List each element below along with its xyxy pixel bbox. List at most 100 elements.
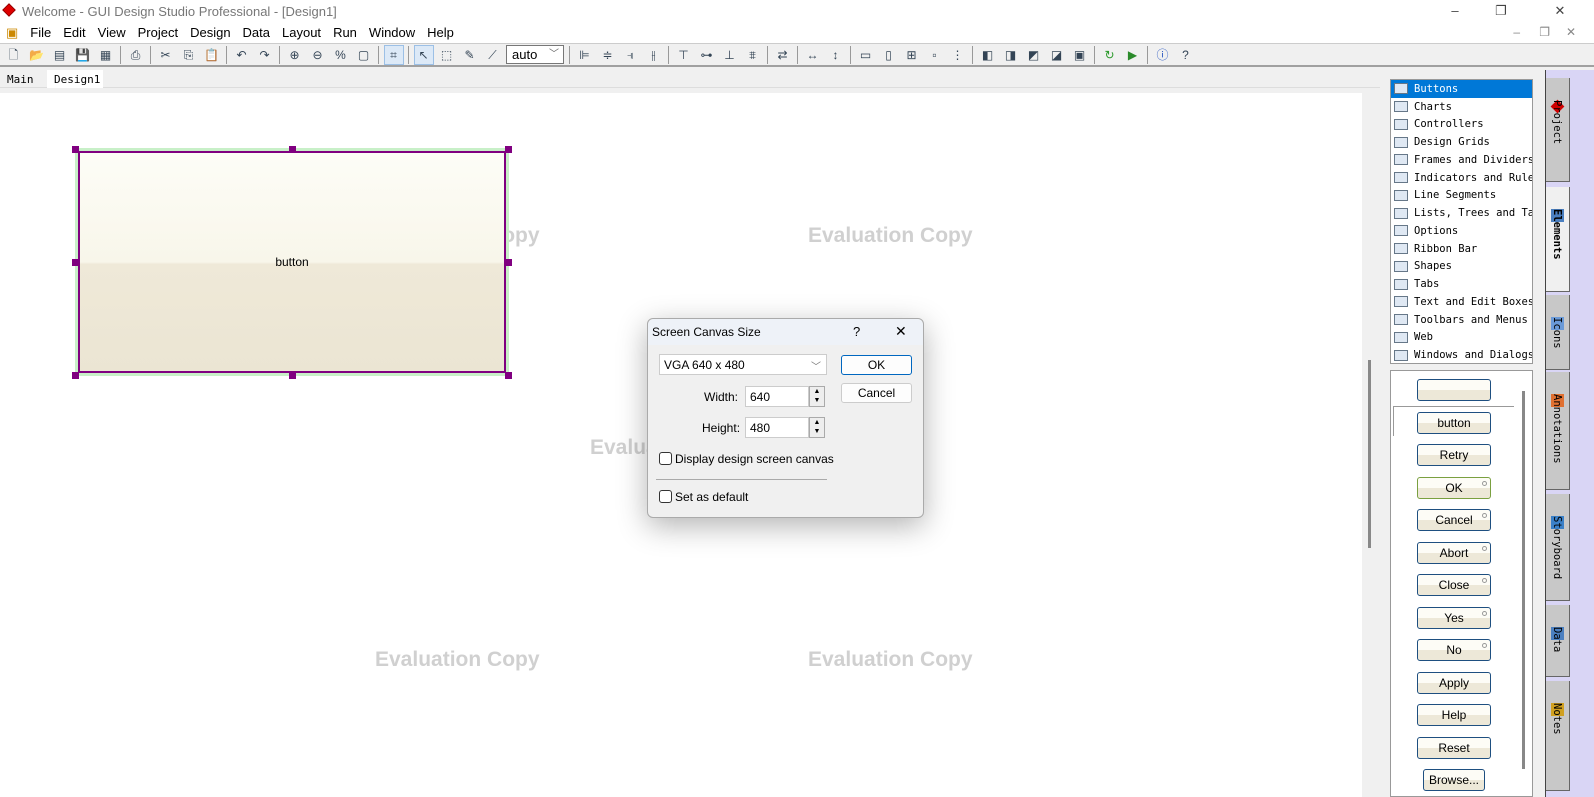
gallery-button-help[interactable]: Help — [1417, 704, 1491, 726]
undo-icon[interactable]: ↶ — [232, 45, 252, 65]
distribute-horizontal-icon[interactable]: ⫲ — [644, 45, 664, 65]
send-back-icon[interactable]: ◪ — [1047, 45, 1067, 65]
menu-view[interactable]: View — [92, 22, 132, 40]
mdi-restore-button[interactable]: ❐ — [1539, 25, 1550, 39]
dialog-close-button[interactable]: ✕ — [895, 323, 907, 340]
category-item[interactable]: Windows and Dialogs — [1391, 346, 1532, 364]
info-icon[interactable]: ⓘ — [1153, 45, 1173, 65]
open-icon[interactable]: 📂 — [27, 45, 47, 65]
send-backward-icon[interactable]: ◩ — [1024, 45, 1044, 65]
gallery-button-cancel[interactable]: Cancel — [1417, 509, 1491, 531]
minimize-button[interactable]: – — [1432, 0, 1478, 22]
swap-icon[interactable]: ⇄ — [773, 45, 793, 65]
gallery-button-ok[interactable]: OK — [1417, 476, 1491, 499]
category-item[interactable]: Design Grids — [1391, 133, 1532, 151]
resize-handle[interactable] — [289, 146, 296, 153]
new-icon[interactable]: 🗋 — [4, 45, 24, 65]
menu-help[interactable]: Help — [421, 22, 460, 40]
snap-grid-icon[interactable]: ⌗ — [383, 44, 404, 65]
zoom-out-icon[interactable]: ⊖ — [308, 45, 328, 65]
ok-button[interactable]: OK — [841, 355, 912, 375]
save-icon[interactable]: 💾 — [73, 45, 93, 65]
align-left-icon[interactable]: ⊫ — [575, 45, 595, 65]
document-icon[interactable]: ▣ — [0, 22, 24, 41]
gallery-button-button[interactable]: button — [1417, 411, 1491, 434]
resize-handle[interactable] — [72, 372, 79, 379]
width-input[interactable]: 640 — [745, 386, 809, 407]
align-top-icon[interactable]: ⊤ — [674, 45, 694, 65]
connector-icon[interactable]: ⟋ — [483, 45, 503, 65]
side-tab-annotations[interactable]: Annotations — [1546, 372, 1570, 490]
zoom-select[interactable]: auto ﹀ — [506, 45, 564, 64]
category-item[interactable]: Options — [1391, 222, 1532, 240]
copy-icon[interactable]: ⎘ — [179, 45, 199, 65]
align-center-icon[interactable]: ≑ — [598, 45, 618, 65]
menu-design[interactable]: Design — [184, 22, 236, 40]
resize-handle[interactable] — [505, 146, 512, 153]
gallery-scrollbar[interactable] — [1522, 391, 1525, 769]
zoom-in-icon[interactable]: ⊕ — [285, 45, 305, 65]
gallery-button-close[interactable]: Close — [1417, 574, 1491, 596]
save-all-icon[interactable]: ▦ — [96, 45, 116, 65]
select-area-icon[interactable]: ⬚ — [437, 45, 457, 65]
zoom-fit-icon[interactable]: ▢ — [354, 45, 374, 65]
gallery-button-retry[interactable]: Retry — [1417, 444, 1491, 466]
space-down-icon[interactable]: ▯ — [879, 45, 899, 65]
cancel-button[interactable]: Cancel — [841, 383, 912, 403]
gallery-button-reset[interactable]: Reset — [1417, 736, 1491, 759]
side-tab-icons[interactable]: Icons — [1546, 295, 1570, 370]
group-icon[interactable]: ▣ — [1070, 45, 1090, 65]
category-item[interactable]: Toolbars and Menus — [1391, 311, 1532, 329]
category-item[interactable]: Charts — [1391, 98, 1532, 116]
align-middle-icon[interactable]: ⊶ — [697, 45, 717, 65]
bring-forward-icon[interactable]: ◨ — [1001, 45, 1021, 65]
same-width-icon[interactable]: ↔ — [803, 45, 823, 65]
resize-handle[interactable] — [72, 146, 79, 153]
height-spinner[interactable]: ▲ ▼ — [809, 417, 825, 438]
resize-handle[interactable] — [72, 259, 79, 266]
tab-main[interactable]: Main — [0, 70, 46, 88]
print-icon[interactable]: ⎙ — [126, 45, 146, 65]
tab-design1[interactable]: Design1 — [47, 70, 103, 88]
category-item[interactable]: Web — [1391, 329, 1532, 347]
mdi-close-button[interactable]: ✕ — [1566, 25, 1576, 39]
run-icon[interactable]: ▶ — [1123, 45, 1143, 65]
restore-button[interactable]: ❐ — [1478, 0, 1524, 22]
zoom-100-icon[interactable]: % — [331, 45, 351, 65]
align-right-icon[interactable]: ⫣ — [621, 45, 641, 65]
gallery-button-browse[interactable]: Browse... — [1423, 769, 1485, 791]
category-item[interactable]: Indicators and Rule — [1391, 169, 1532, 187]
gallery-button-blank[interactable] — [1417, 379, 1491, 401]
space-evenly-h-icon[interactable]: ▫ — [925, 45, 945, 65]
gallery-button-no[interactable]: No — [1417, 639, 1491, 661]
category-item[interactable]: Shapes — [1391, 258, 1532, 276]
gallery-button-abort[interactable]: Abort — [1417, 541, 1491, 564]
side-tab-elements[interactable]: Elements — [1546, 187, 1570, 292]
display-canvas-checkbox[interactable] — [659, 452, 672, 465]
resize-handle[interactable] — [289, 372, 296, 379]
paste-icon[interactable]: 📋 — [202, 45, 222, 65]
menu-layout[interactable]: Layout — [276, 22, 327, 40]
open-project-icon[interactable]: ▤ — [50, 45, 70, 65]
side-tab-storyboard[interactable]: Storyboard — [1546, 494, 1570, 601]
center-both-icon[interactable]: ⊞ — [902, 45, 922, 65]
set-default-checkbox[interactable] — [659, 490, 672, 503]
select-pointer-icon[interactable]: ↖ — [413, 44, 434, 65]
context-help-icon[interactable]: ? — [1176, 45, 1196, 65]
mdi-minimize-button[interactable]: – — [1513, 25, 1520, 39]
category-item[interactable]: Ribbon Bar — [1391, 240, 1532, 258]
side-tab-project[interactable]: Project — [1546, 78, 1570, 182]
resize-handle[interactable] — [505, 372, 512, 379]
menu-data[interactable]: Data — [237, 22, 276, 40]
vertical-scrollbar[interactable] — [1368, 360, 1371, 548]
side-tab-data[interactable]: Data — [1546, 605, 1570, 677]
resize-handle[interactable] — [505, 259, 512, 266]
same-height-icon[interactable]: ↕ — [826, 45, 846, 65]
edit-properties-icon[interactable]: ✎ — [460, 45, 480, 65]
preset-select[interactable]: VGA 640 x 480 ﹀ — [659, 354, 827, 375]
close-button[interactable]: ✕ — [1526, 0, 1594, 22]
menu-file[interactable]: File — [24, 22, 57, 40]
refresh-icon[interactable]: ↻ — [1100, 45, 1120, 65]
gallery-button-yes[interactable]: Yes — [1417, 606, 1491, 629]
space-across-icon[interactable]: ▭ — [856, 45, 876, 65]
